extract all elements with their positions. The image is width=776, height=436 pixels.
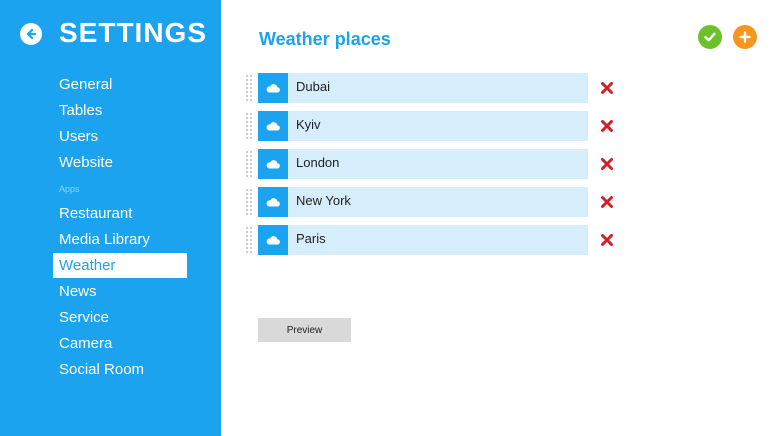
drag-handle-icon[interactable] (245, 112, 253, 140)
cloud-icon (258, 111, 288, 141)
sidebar-item-social-room[interactable]: Social Room (53, 357, 187, 382)
drag-handle-icon[interactable] (245, 74, 253, 102)
drag-handle-icon[interactable] (245, 188, 253, 216)
sidebar: SETTINGS General Tables Users Website Ap… (0, 0, 221, 436)
drag-handle-icon[interactable] (245, 226, 253, 254)
check-icon (704, 32, 716, 42)
place-name[interactable]: Paris (288, 225, 588, 255)
preview-button[interactable]: Preview (258, 318, 351, 342)
sidebar-item-camera[interactable]: Camera (53, 331, 187, 356)
close-icon[interactable] (600, 119, 614, 133)
add-place-button[interactable] (733, 25, 757, 49)
save-button[interactable] (698, 25, 722, 49)
close-icon[interactable] (600, 81, 614, 95)
place-name[interactable]: London (288, 149, 588, 179)
cloud-icon (258, 225, 288, 255)
sidebar-item-weather[interactable]: Weather (53, 253, 187, 278)
list-item: New York (245, 187, 635, 217)
back-button[interactable] (20, 23, 42, 45)
sidebar-item-tables[interactable]: Tables (53, 98, 187, 123)
sidebar-title: SETTINGS (59, 17, 208, 48)
sidebar-item-restaurant[interactable]: Restaurant (53, 201, 187, 226)
sidebar-item-website[interactable]: Website (53, 150, 187, 175)
list-item: Kyiv (245, 111, 635, 141)
list-item: Paris (245, 225, 635, 255)
sidebar-section-label: Apps (59, 184, 80, 194)
plus-icon (739, 31, 751, 43)
list-item: Dubai (245, 73, 635, 103)
place-name[interactable]: Kyiv (288, 111, 588, 141)
list-item: London (245, 149, 635, 179)
close-icon[interactable] (600, 195, 614, 209)
sidebar-item-media-library[interactable]: Media Library (53, 227, 187, 252)
arrow-left-icon (26, 28, 37, 40)
sidebar-item-news[interactable]: News (53, 279, 187, 304)
drag-handle-icon[interactable] (245, 150, 253, 178)
sidebar-item-general[interactable]: General (53, 72, 187, 97)
cloud-icon (258, 149, 288, 179)
sidebar-item-service[interactable]: Service (53, 305, 187, 330)
page-title: Weather places (259, 29, 391, 49)
sidebar-item-users[interactable]: Users (53, 124, 187, 149)
place-name[interactable]: New York (288, 187, 588, 217)
close-icon[interactable] (600, 233, 614, 247)
cloud-icon (258, 187, 288, 217)
place-name[interactable]: Dubai (288, 73, 588, 103)
cloud-icon (258, 73, 288, 103)
close-icon[interactable] (600, 157, 614, 171)
